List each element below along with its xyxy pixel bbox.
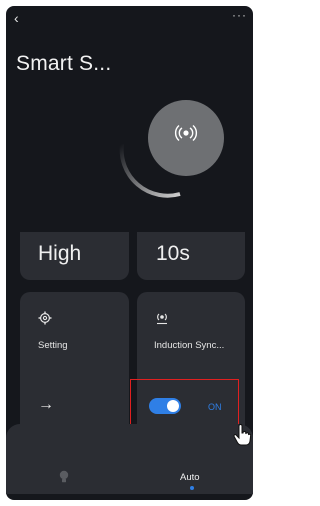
more-options-icon[interactable]: ··· — [232, 8, 247, 22]
gear-icon — [38, 311, 52, 325]
back-icon[interactable]: ‹ — [14, 10, 19, 26]
duration-value: 10s — [156, 242, 190, 265]
active-indicator-dot — [190, 486, 194, 490]
duration-card[interactable] — [137, 232, 245, 280]
hand-cursor-icon — [233, 423, 252, 446]
setting-card[interactable] — [20, 292, 129, 440]
page-title: Smart S... — [16, 52, 112, 75]
top-bar: ‹ ··· — [6, 6, 253, 36]
induction-sync-label: Induction Sync... — [154, 340, 225, 351]
dial-graphic — [119, 100, 224, 198]
arrow-right-icon[interactable]: → — [38, 396, 54, 414]
bottom-nav — [6, 424, 253, 494]
sensitivity-value: High — [38, 242, 82, 265]
bulb-icon[interactable] — [58, 470, 70, 484]
setting-label: Setting — [38, 340, 68, 351]
induction-dial[interactable] — [108, 96, 228, 206]
induction-sync-icon — [154, 311, 168, 325]
radio-waves-icon — [174, 124, 198, 144]
nav-auto-label[interactable]: Auto — [180, 472, 200, 483]
